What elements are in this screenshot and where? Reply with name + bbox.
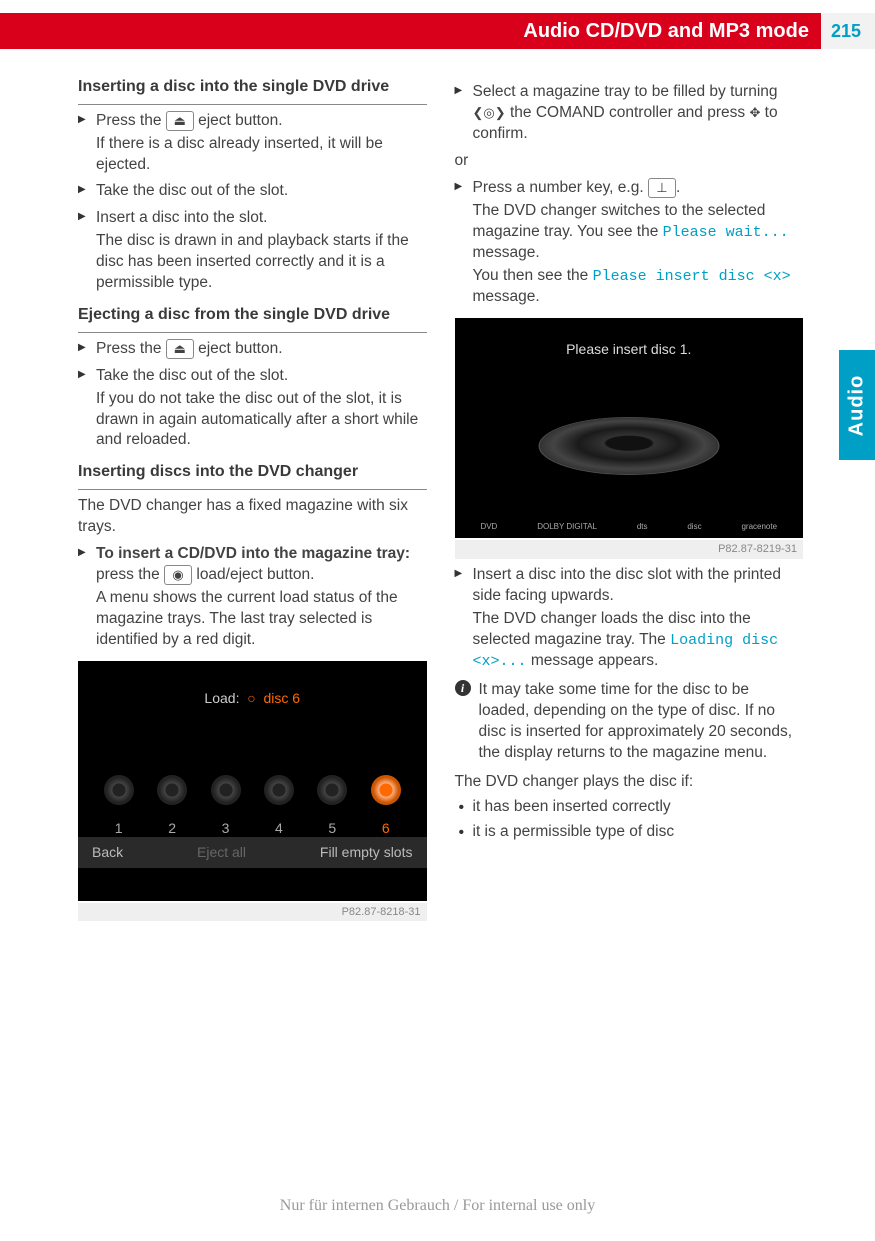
slot-1: 1 [104,775,134,838]
main-content: Inserting a disc into the single DVD dri… [78,76,803,921]
step: Take the disc out of the slot. If you do… [78,366,427,452]
left-column: Inserting a disc into the single DVD dri… [78,76,427,921]
step: Insert a disc into the slot. The disc is… [78,208,427,294]
number-key-icon: ⊥ [648,178,676,198]
ss1-title: Load: ○ disc 6 [78,661,427,708]
insert-disc-screenshot: Please insert disc 1. DVD DOLBY DIGITAL … [455,318,804,538]
slot-3: 3 [211,775,241,838]
step-note: The DVD changer switches to the selected… [473,201,804,264]
dts-logo: dts [637,523,648,532]
slot-5: 5 [317,775,347,838]
ss1-softkeys: Back Eject all Fill empty slots [78,837,427,868]
dvd-logo: DVD [480,523,497,532]
page-number: 215 [821,13,875,49]
bullet-item: it is a permissible type of disc [455,822,804,843]
plain-text: The DVD changer plays the disc if: [455,772,804,793]
step: To insert a CD/DVD into the magazine tra… [78,544,427,651]
slot-6-active: 6 [371,775,401,838]
eject-key-icon: ⏏ [166,111,194,131]
slot-2: 2 [157,775,187,838]
header-title: Audio CD/DVD and MP3 mode [523,20,821,43]
section-insert-changer: Inserting discs into the DVD changer [78,461,427,490]
step-note: The DVD changer loads the disc into the … [473,609,804,672]
step: Press the ⏏ eject button. [78,339,427,360]
or-separator: or [455,151,804,172]
image-id: P82.87-8219-31 [455,540,804,559]
softkey-back: Back [92,843,123,862]
section-eject-single: Ejecting a disc from the single DVD driv… [78,304,427,333]
slot-4: 4 [264,775,294,838]
image-id: P82.87-8218-31 [78,903,427,922]
step-note: You then see the Please insert disc <x> … [473,266,804,308]
ss1-slots: 1 2 3 4 5 6 [78,707,427,837]
step: Press a number key, e.g. ⊥. The DVD chan… [455,178,804,308]
step: Press the ⏏ eject button. If there is a … [78,111,427,176]
load-menu-screenshot: Load: ○ disc 6 1 2 3 4 5 6 Back Eject al… [78,661,427,901]
header-red-strip: Audio CD/DVD and MP3 mode [0,13,821,49]
gracenote-logo: gracenote [741,523,777,532]
step-note: A menu shows the current load status of … [96,588,427,651]
info-note: It may take some time for the disc to be… [455,680,804,764]
step-note: The disc is drawn in and playback starts… [96,231,427,294]
page-header: Audio CD/DVD and MP3 mode 215 [0,13,875,49]
side-tab-label: Audio [846,374,869,436]
section-insert-single: Inserting a disc into the single DVD dri… [78,76,427,105]
eject-key-icon: ⏏ [166,339,194,359]
rotate-controller-icon: ❮◎❯ [473,104,506,122]
please-wait-msg: Please wait... [663,224,789,241]
cd-logo: disc [687,523,701,532]
press-controller-icon: ✥ [749,104,760,122]
bullet-item: it has been inserted correctly [455,797,804,818]
softkey-eject-all: Eject all [197,843,246,862]
ss2-disc-graphic [455,369,804,517]
load-eject-key-icon: ◉ [164,565,192,585]
step: Take the disc out of the slot. [78,181,427,202]
softkey-fill-empty: Fill empty slots [320,843,413,862]
step: Select a magazine tray to be filled by t… [455,82,804,145]
step-note: If you do not take the disc out of the s… [96,389,427,452]
ss2-message: Please insert disc 1. [455,318,804,369]
side-tab-audio: Audio [839,350,875,460]
intro-text: The DVD changer has a fixed magazine wit… [78,496,427,538]
dolby-logo: DOLBY DIGITAL [537,523,597,532]
step-note: If there is a disc already inserted, it … [96,134,427,176]
footer-internal-use: Nur für internen Gebrauch / For internal… [0,1197,875,1215]
please-insert-msg: Please insert disc <x> [593,268,791,285]
right-column: Select a magazine tray to be filled by t… [455,76,804,921]
step: Insert a disc into the disc slot with th… [455,565,804,672]
ss2-logos: DVD DOLBY DIGITAL dts disc gracenote [455,517,804,538]
